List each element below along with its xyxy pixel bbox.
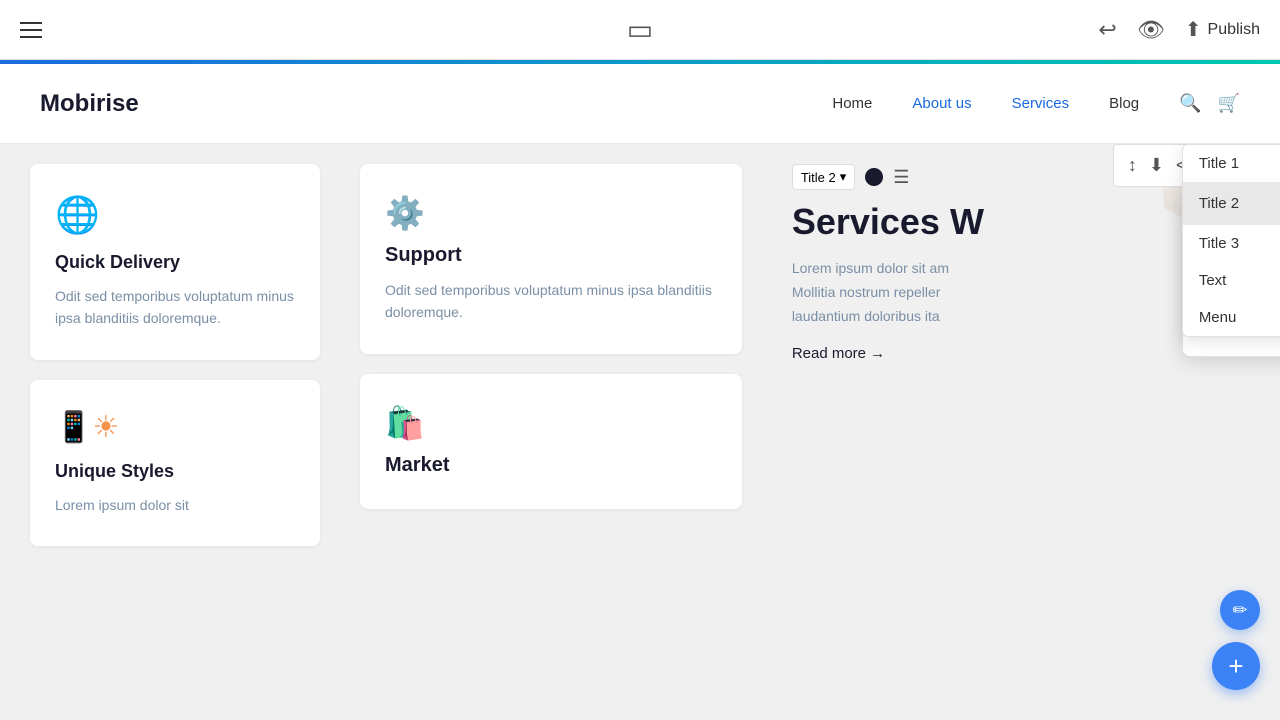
nav-home[interactable]: Home (832, 95, 872, 112)
read-more-label: Read more → (792, 345, 885, 362)
upload-icon: ⬆ (1185, 17, 1202, 42)
site-logo: Mobirise (40, 90, 139, 118)
card-title-support: Support (385, 244, 717, 267)
style-current: Title 2 (801, 170, 836, 185)
hamburger-menu[interactable] (20, 22, 42, 38)
chevron-down-icon: ▾ (840, 169, 847, 185)
card-quick-delivery: 🌐 Quick Delivery Odit sed temporibus vol… (30, 164, 320, 360)
publish-label: Publish (1208, 21, 1260, 39)
site-nav-icons: 🔍 🛒 (1179, 93, 1240, 114)
toolbar-right: ↩ 👁 ⬆ Publish (1098, 17, 1260, 43)
color-indicator[interactable] (865, 168, 883, 186)
card-text-support: Odit sed temporibus voluptatum minus ips… (385, 279, 717, 324)
card-unique-styles: 📱☀ Unique Styles Lorem ipsum dolor sit (30, 380, 320, 546)
phone-sun-icon: 📱☀ (55, 410, 295, 445)
add-fab[interactable]: + (1212, 642, 1260, 690)
edit-fab[interactable]: ✏ (1220, 590, 1260, 630)
read-more-link[interactable]: Read more → (792, 345, 885, 362)
dropdown-label-title3: Title 3 (1199, 235, 1239, 252)
toolbar-center: ▭ (627, 13, 653, 46)
card-text-unique-styles: Lorem ipsum dolor sit (55, 494, 295, 516)
undo-icon[interactable]: ↩ (1098, 17, 1116, 43)
dropdown-item-title2[interactable]: Title 2 ✏ (1183, 182, 1280, 225)
dropdown-label-menu: Menu (1199, 309, 1237, 326)
search-icon[interactable]: 🔍 (1179, 93, 1201, 114)
publish-button[interactable]: ⬆ Publish (1185, 17, 1260, 42)
site-navbar: Mobirise Home About us Services Blog 🔍 🛒 (0, 64, 1280, 144)
site-nav-wrapper: Mobirise Home About us Services Blog 🔍 🛒… (0, 64, 1280, 144)
style-dropdown-menu: Title 1 Title 2 ✏ Title 3 Text Menu (1182, 144, 1280, 337)
nav-services[interactable]: Services (1012, 95, 1070, 112)
card-title-quick-delivery: Quick Delivery (55, 252, 295, 273)
mobile-preview-icon[interactable]: ▭ (627, 14, 653, 45)
nav-about[interactable]: About us (912, 95, 971, 112)
cards-column: 🌐 Quick Delivery Odit sed temporibus vol… (0, 144, 340, 720)
right-content: 📦 Title 2 ▾ ☰ Services W Lorem ipsum dol… (762, 144, 1280, 720)
site-nav-links: Home About us Services Blog (832, 95, 1139, 112)
center-column: ⚙️ Support Odit sed temporibus voluptatu… (340, 144, 762, 720)
toolbar-left (20, 22, 42, 38)
style-selector[interactable]: Title 2 ▾ (792, 164, 855, 190)
move-up-icon[interactable]: ↕ (1124, 151, 1141, 180)
dropdown-label-text: Text (1199, 272, 1227, 289)
main-content: 🌐 Quick Delivery Odit sed temporibus vol… (0, 144, 1280, 720)
card-title-unique-styles: Unique Styles (55, 461, 295, 482)
globe-icon: 🌐 (55, 194, 295, 236)
align-icon[interactable]: ☰ (893, 167, 909, 188)
dropdown-label-title1: Title 1 (1199, 155, 1239, 172)
top-toolbar: ▭ ↩ 👁 ⬆ Publish (0, 0, 1280, 60)
card-text-quick-delivery: Odit sed temporibus voluptatum minus ips… (55, 285, 295, 330)
nav-blog[interactable]: Blog (1109, 95, 1139, 112)
card-support: ⚙️ Support Odit sed temporibus voluptatu… (360, 164, 742, 354)
dropdown-item-title1[interactable]: Title 1 (1183, 145, 1280, 182)
cart-icon[interactable]: 🛒 (1218, 93, 1240, 114)
bag-purple-icon: 🛍️ (385, 404, 717, 442)
card-title-market: Market (385, 454, 717, 477)
gear-green-icon: ⚙️ (385, 194, 717, 232)
dropdown-label-title2: Title 2 (1199, 195, 1239, 212)
dropdown-item-title3[interactable]: Title 3 (1183, 225, 1280, 262)
dropdown-item-text[interactable]: Text (1183, 262, 1280, 299)
download-icon[interactable]: ⬇ (1145, 151, 1168, 180)
preview-eye-icon[interactable]: 👁 (1137, 17, 1165, 43)
card-market: 🛍️ Market (360, 374, 742, 509)
dropdown-item-menu[interactable]: Menu (1183, 299, 1280, 336)
